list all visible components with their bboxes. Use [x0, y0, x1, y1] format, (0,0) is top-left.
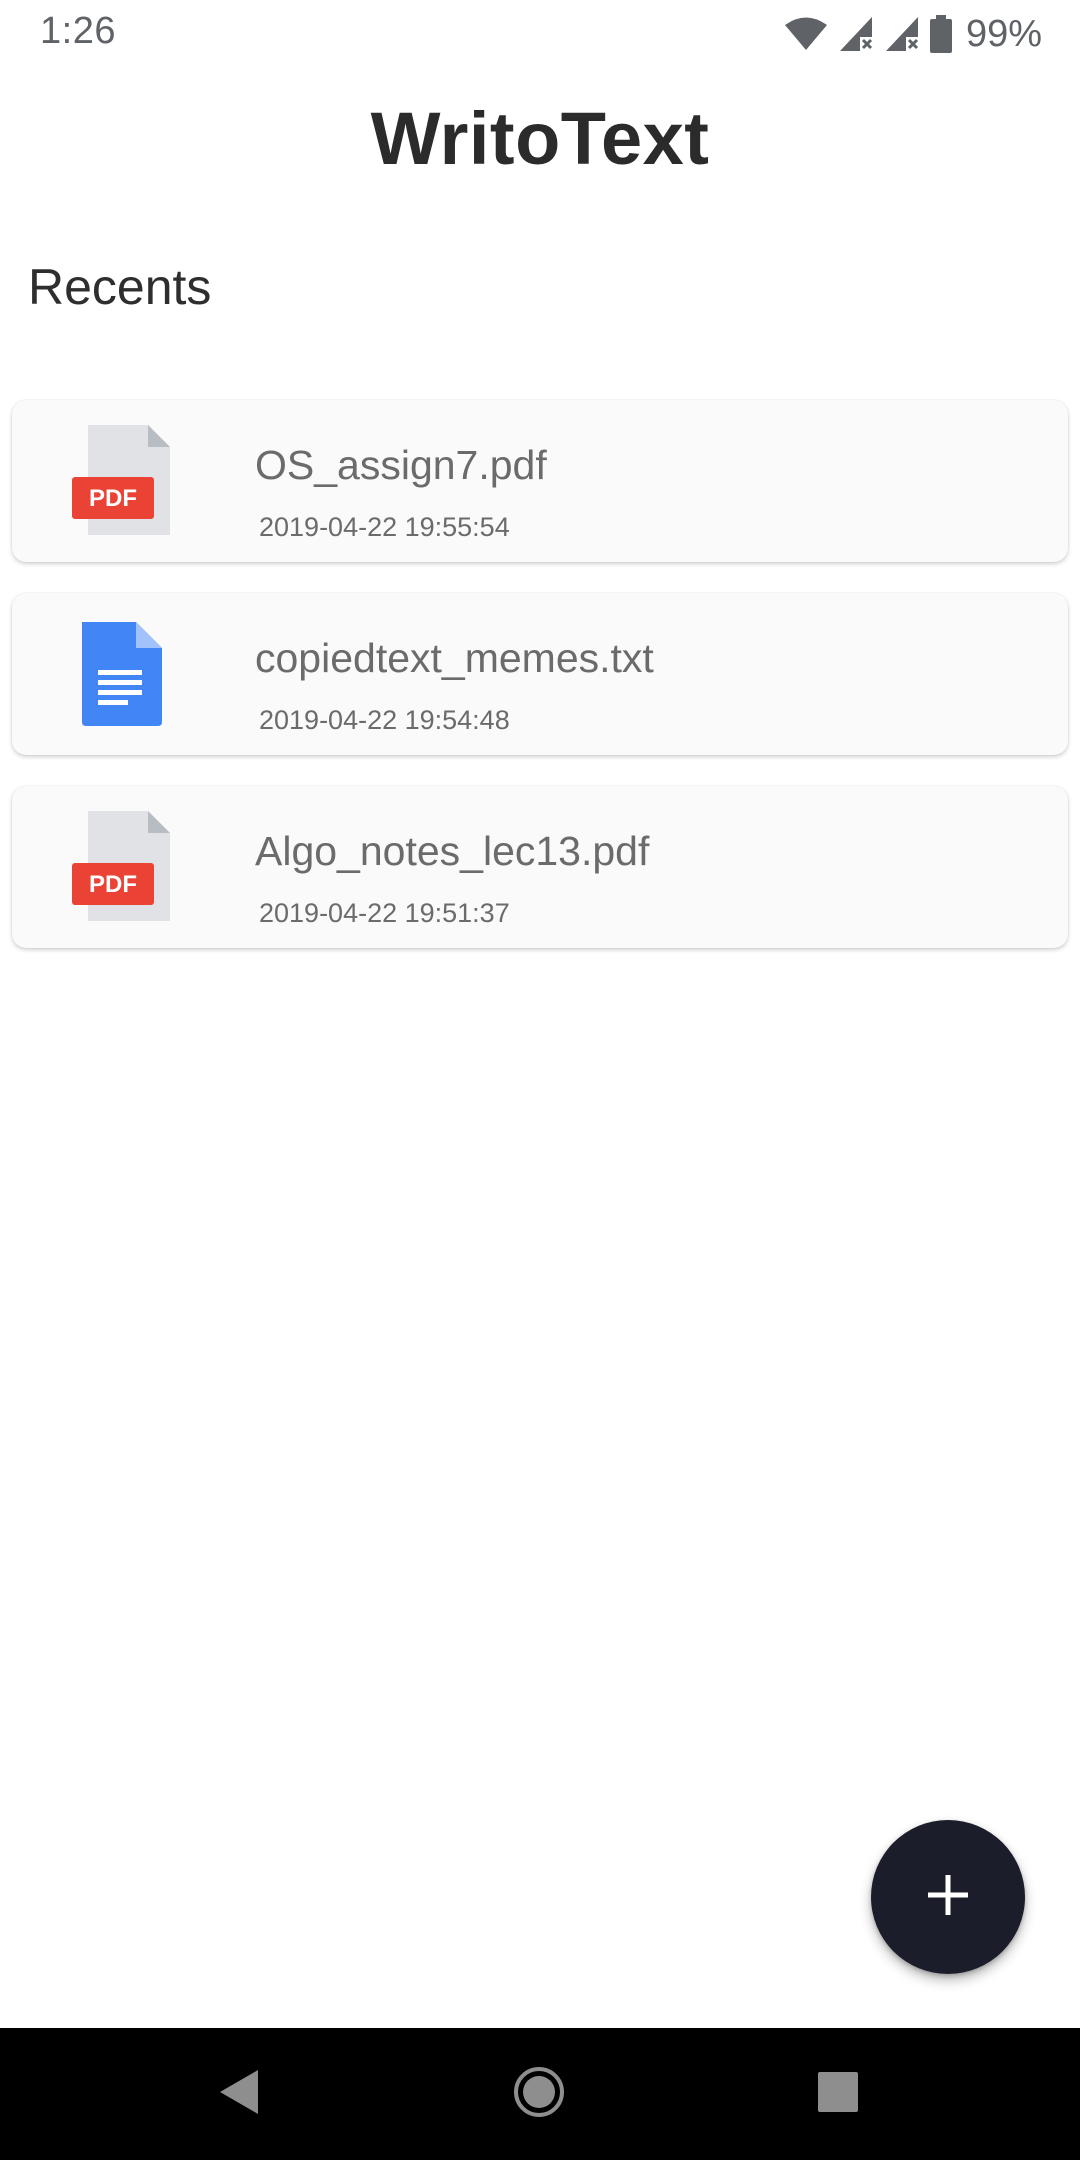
text-document-icon	[72, 618, 182, 730]
back-icon	[218, 2068, 262, 2121]
file-name: copiedtext_memes.txt	[255, 635, 654, 681]
file-date: 2019-04-22 19:55:54	[259, 512, 510, 542]
file-date: 2019-04-22 19:51:37	[259, 898, 510, 928]
status-icons: 99%	[784, 12, 1042, 56]
recent-apps-button[interactable]	[802, 2058, 874, 2130]
file-name: Algo_notes_lec13.pdf	[255, 828, 650, 874]
screen: 1:26 99% WritoText Recents PDF OS_assign…	[0, 0, 1080, 2160]
file-name: OS_assign7.pdf	[255, 442, 547, 488]
home-button[interactable]	[503, 2058, 575, 2130]
signal-no-service-icon	[838, 15, 874, 53]
app-title: WritoText	[370, 97, 710, 180]
svg-text:PDF: PDF	[89, 485, 137, 512]
svg-text:PDF: PDF	[89, 871, 137, 898]
add-file-button[interactable]	[871, 1820, 1025, 1974]
file-date: 2019-04-22 19:54:48	[259, 705, 510, 735]
signal-no-service-icon	[884, 15, 920, 53]
pdf-file-icon: PDF	[72, 425, 182, 537]
back-button[interactable]	[204, 2058, 276, 2130]
battery-percent: 99%	[965, 12, 1042, 55]
plus-icon	[926, 1873, 970, 1922]
file-item[interactable]: copiedtext_memes.txt 2019-04-22 19:54:48	[12, 593, 1068, 755]
recents-title: Recents	[28, 259, 212, 315]
wifi-icon	[784, 16, 828, 52]
pdf-file-icon: PDF	[72, 811, 182, 923]
file-item[interactable]: PDF Algo_notes_lec13.pdf 2019-04-22 19:5…	[12, 786, 1068, 948]
recent-files-list: PDF OS_assign7.pdf 2019-04-22 19:55:54 c…	[12, 400, 1068, 979]
status-bar: 1:26 99%	[0, 0, 1080, 66]
battery-icon	[929, 15, 952, 53]
status-time: 1:26	[40, 10, 116, 52]
navigation-bar	[0, 2028, 1080, 2160]
recents-icon	[817, 2071, 859, 2118]
home-icon	[512, 2065, 566, 2124]
file-item[interactable]: PDF OS_assign7.pdf 2019-04-22 19:55:54	[12, 400, 1068, 562]
